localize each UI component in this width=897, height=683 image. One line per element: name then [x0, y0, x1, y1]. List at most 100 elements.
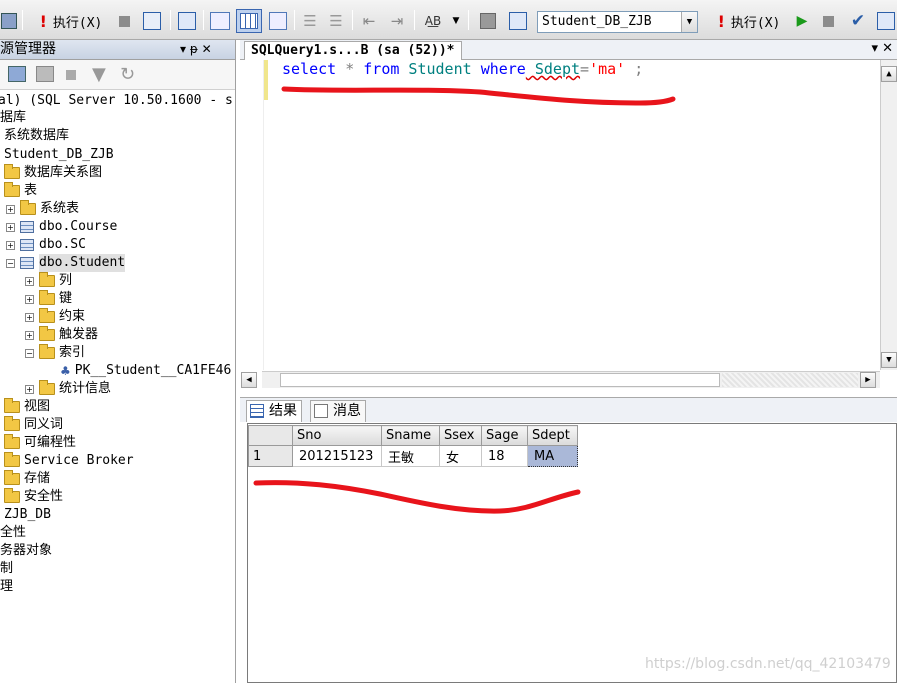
uncomment-icon[interactable]: ☰ [325, 9, 347, 33]
tree-node-sc[interactable]: + dbo.SC [6, 236, 86, 254]
cell-sno[interactable]: 201215123 [292, 445, 382, 467]
execute-button[interactable]: ! 执行(X) [28, 9, 114, 33]
object-explorer-icon[interactable] [477, 9, 499, 33]
column-header-sdept[interactable]: Sdept [527, 425, 578, 446]
object-explorer-title: 源管理器 [0, 41, 56, 57]
scroll-right-icon[interactable]: ▶ [860, 372, 876, 388]
specify-values-icon[interactable]: A͟B [420, 9, 446, 33]
table-icon [20, 257, 34, 269]
tree-node-service-broker[interactable]: Service Broker [4, 452, 134, 470]
tree-node-pk-index[interactable]: ♣ PK__Student__CA1FE46 [60, 362, 231, 380]
tree-node-security-root[interactable]: 全性 [0, 524, 26, 542]
column-header-sage[interactable]: Sage [481, 425, 528, 446]
sql-code-line[interactable]: select * from Student where Sdept='ma' ; [282, 60, 643, 78]
tree-node-tables[interactable]: 表 [4, 182, 37, 200]
cell-sname[interactable]: 王敏 [381, 445, 440, 467]
database-selector[interactable]: Student_DB_ZJB ▼ [537, 11, 698, 33]
tree-node-server[interactable]: al) (SQL Server 10.50.1600 - s [0, 92, 233, 110]
stop-icon[interactable] [66, 70, 76, 80]
connect-icon[interactable] [506, 9, 530, 33]
results-tab-strip: 结果 消息 [240, 397, 897, 422]
cell-ssex[interactable]: 女 [439, 445, 482, 467]
row-number[interactable]: 1 [248, 445, 293, 467]
watermark-text: https://blog.csdn.net/qq_42103479 [645, 656, 891, 672]
refresh-icon[interactable]: ↻ [120, 64, 135, 85]
scroll-track[interactable] [280, 373, 720, 387]
display-plan-icon[interactable] [875, 9, 897, 33]
debug-play-icon[interactable]: ▶ [794, 9, 810, 33]
query-options-icon[interactable] [176, 9, 198, 33]
scroll-up-icon[interactable]: ▲ [881, 66, 897, 82]
tree-node-views[interactable]: 视图 [4, 398, 50, 416]
toolbar-overflow-icon[interactable]: ▼ [449, 9, 463, 33]
execute-label: 执行(X) [52, 15, 103, 31]
ssms-window: ! 执行(X) ☰ ☰ ⇤ ⇥ A͟B ▼ Student_DB_ZJB ▼ !… [0, 0, 897, 683]
connect-icon[interactable] [8, 66, 26, 82]
tree-node-triggers[interactable]: + 触发器 [25, 326, 98, 344]
cell-sage[interactable]: 18 [481, 445, 528, 467]
tree-node-management[interactable]: 理 [0, 578, 13, 596]
table-row[interactable]: 1 201215123 王敏 女 18 MA [248, 445, 578, 467]
execute-button-2[interactable]: ! 执行(X) [706, 9, 792, 33]
tree-node-columns[interactable]: + 列 [25, 272, 72, 290]
tree-node-student[interactable]: − dbo.Student [6, 254, 126, 272]
column-header-ssex[interactable]: Ssex [439, 425, 482, 446]
expand-icon[interactable]: + [25, 312, 34, 322]
tree-node-replication[interactable]: 制 [0, 560, 13, 578]
column-header-sname[interactable]: Sname [381, 425, 440, 446]
grid-corner[interactable] [248, 425, 293, 446]
scroll-thumb[interactable] [722, 373, 858, 387]
collapse-icon[interactable]: − [25, 348, 34, 358]
tree-node-system-tables[interactable]: + 系统表 [6, 200, 79, 218]
expand-icon[interactable]: + [6, 240, 15, 250]
editor-horizontal-scrollbar[interactable]: ◀ ▶ [241, 371, 880, 388]
parse-icon[interactable] [141, 9, 163, 33]
scroll-down-icon[interactable]: ▼ [881, 352, 897, 368]
tree-node-synonyms[interactable]: 同义词 [4, 416, 63, 434]
tree-node-system-databases[interactable]: 系统数据库 [4, 127, 69, 145]
tree-node-storage[interactable]: 存储 [4, 470, 50, 488]
tree-node-diagrams[interactable]: 数据库关系图 [4, 164, 102, 182]
scroll-left-icon[interactable]: ◀ [241, 372, 257, 388]
tree-node-server-objects[interactable]: 务器对象 [0, 542, 52, 560]
cell-sdept[interactable]: MA [527, 445, 578, 467]
comment-icon[interactable]: ☰ [300, 9, 320, 33]
results-to-file-icon[interactable] [266, 9, 290, 33]
tree-node-zjb-db[interactable]: ZJB_DB [4, 506, 51, 524]
panel-controls[interactable]: ▾ ᵽ ✕ [180, 40, 212, 59]
debug-icon[interactable] [0, 9, 18, 33]
tree-node-statistics[interactable]: + 统计信息 [25, 380, 111, 398]
tree-node-security[interactable]: 安全性 [4, 488, 63, 506]
results-to-text-icon[interactable] [208, 9, 232, 33]
decrease-indent-icon[interactable]: ⇤ [358, 9, 380, 33]
filter-icon[interactable]: ▼ [92, 64, 106, 85]
expand-icon[interactable]: + [25, 384, 34, 394]
tree-node-constraints[interactable]: + 约束 [25, 308, 85, 326]
stop-icon-2[interactable] [820, 9, 836, 33]
tree-node-course[interactable]: + dbo.Course [6, 218, 117, 236]
expand-icon[interactable]: + [6, 204, 15, 214]
tree-node-databases[interactable]: 据库 [0, 109, 26, 127]
stop-icon[interactable] [116, 9, 132, 33]
chevron-down-icon[interactable]: ▼ [681, 12, 697, 32]
column-header-sno[interactable]: Sno [292, 425, 382, 446]
expand-icon[interactable]: + [25, 294, 34, 304]
collapse-icon[interactable]: − [6, 258, 15, 268]
tree-node-keys[interactable]: + 键 [25, 290, 72, 308]
tab-results[interactable]: 结果 [246, 400, 302, 422]
tree-node-indexes[interactable]: − 索引 [25, 344, 85, 362]
tree-node-programmability[interactable]: 可编程性 [4, 434, 76, 452]
expand-icon[interactable]: + [6, 222, 15, 232]
editor-vertical-scrollbar[interactable]: ▲ ▼ [880, 60, 897, 370]
disconnect-icon[interactable] [36, 66, 54, 82]
expand-icon[interactable]: + [25, 276, 34, 286]
query-editor[interactable]: select * from Student where Sdept='ma' ;… [240, 60, 897, 392]
increase-indent-icon[interactable]: ⇥ [386, 9, 408, 33]
tab-messages[interactable]: 消息 [310, 400, 366, 422]
tab-controls[interactable]: ▾ ✕ [871, 41, 893, 56]
tree-node-student-db[interactable]: Student_DB_ZJB [4, 146, 114, 164]
tab-sqlquery1[interactable]: SQLQuery1.s...B (sa (52))* [244, 41, 462, 60]
parse-check-icon[interactable]: ✔ [847, 9, 869, 33]
results-to-grid-icon[interactable] [236, 9, 262, 33]
expand-icon[interactable]: + [25, 330, 34, 340]
